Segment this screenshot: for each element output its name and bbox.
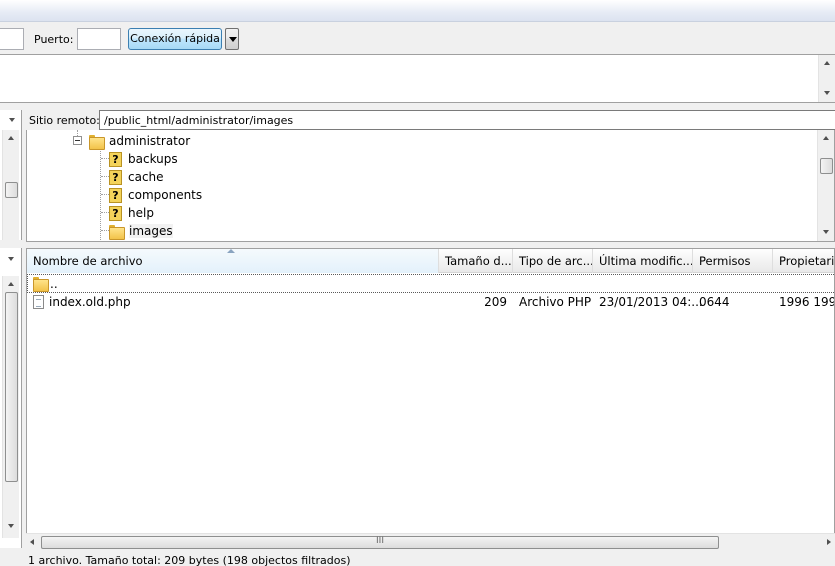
- unknown-folder-icon: ?: [109, 169, 122, 185]
- column-header-label: Nombre de archivo: [33, 254, 143, 268]
- column-header-label: Tipo de arc...: [519, 254, 593, 268]
- file-owner: 1996 1995: [779, 295, 834, 309]
- message-log: [0, 55, 835, 103]
- column-header-owner[interactable]: Propietario: [773, 249, 835, 273]
- local-list-scrollbar[interactable]: [2, 276, 19, 538]
- local-file-panel: [0, 248, 22, 548]
- column-header-permissions[interactable]: Permisos: [693, 249, 773, 273]
- collapse-icon[interactable]: [73, 136, 82, 145]
- tree-item-help[interactable]: ? help: [109, 204, 154, 222]
- status-text: 1 archivo. Tamaño total: 209 bytes (198 …: [28, 554, 351, 566]
- scroll-down-icon[interactable]: [824, 91, 830, 95]
- file-permissions: 0644: [699, 295, 730, 309]
- table-row-parent[interactable]: ..: [27, 274, 834, 293]
- scroll-grip: III: [376, 536, 384, 546]
- scroll-thumb[interactable]: [820, 158, 833, 174]
- log-scrollbar[interactable]: [818, 55, 835, 102]
- tree-item-images[interactable]: images: [109, 222, 173, 240]
- file-name: index.old.php: [49, 295, 131, 309]
- file-list-hscrollbar[interactable]: III: [26, 533, 835, 550]
- quickconnect-button[interactable]: Conexión rápida: [128, 28, 222, 50]
- tree-item-label: cache: [128, 170, 164, 184]
- tree-item-backups[interactable]: ? backups: [109, 150, 178, 168]
- remote-file-list: Nombre de archivo Tamaño d... Tipo de ar…: [26, 248, 835, 550]
- column-header-label: Tamaño d...: [445, 254, 512, 268]
- column-header-modified[interactable]: Última modific...: [593, 249, 693, 273]
- scroll-down-icon[interactable]: [8, 524, 14, 528]
- port-input[interactable]: [77, 28, 121, 50]
- tree-item-label: administrator: [109, 134, 191, 148]
- scroll-left-icon[interactable]: [30, 539, 34, 545]
- column-header-name[interactable]: Nombre de archivo: [27, 249, 439, 273]
- remote-site-bar: Sitio remoto: /public_html/administrator…: [26, 110, 835, 130]
- tree-item-label: backups: [128, 152, 178, 166]
- tree-item-label: components: [128, 188, 203, 202]
- port-label: Puerto:: [34, 33, 74, 46]
- scroll-up-icon[interactable]: [824, 61, 830, 65]
- scroll-thumb[interactable]: III: [41, 536, 719, 549]
- remote-site-label: Sitio remoto:: [29, 114, 100, 127]
- password-field[interactable]: [0, 28, 24, 50]
- tree-item-label: images: [129, 224, 173, 238]
- file-modified: 23/01/2013 04:...: [599, 295, 703, 309]
- unknown-folder-icon: ?: [109, 151, 122, 167]
- scroll-right-icon[interactable]: [827, 539, 831, 545]
- unknown-folder-icon: ?: [109, 187, 122, 203]
- tree-item-cache[interactable]: ? cache: [109, 168, 164, 186]
- tree-line: [100, 148, 101, 241]
- title-strip: [0, 0, 835, 22]
- column-header-label: Permisos: [699, 254, 751, 268]
- scroll-up-icon[interactable]: [8, 136, 14, 140]
- local-tree-panel: [0, 110, 22, 240]
- scroll-down-icon[interactable]: [823, 230, 829, 234]
- scroll-up-icon[interactable]: [8, 282, 14, 286]
- remote-path-value: /public_html/administrator/images: [104, 114, 294, 127]
- file-size: 209: [484, 295, 507, 309]
- table-row[interactable]: index.old.php 209 Archivo PHP 23/01/2013…: [27, 293, 834, 312]
- scroll-up-icon[interactable]: [823, 136, 829, 140]
- column-header-label: Propietario: [779, 254, 835, 268]
- local-combo-arrow-icon[interactable]: [9, 118, 15, 122]
- scroll-thumb[interactable]: [5, 182, 18, 198]
- folder-icon: [109, 224, 125, 240]
- folder-icon: [33, 277, 49, 292]
- column-header-label: Última modific...: [599, 254, 693, 268]
- column-header-type[interactable]: Tipo de arc...: [513, 249, 593, 273]
- tree-item-administrator[interactable]: administrator: [89, 132, 190, 150]
- file-name: ..: [50, 277, 58, 291]
- remote-directory-tree: administrator ? backups ? cache ? compon…: [26, 130, 835, 242]
- local-scroll-down-icon[interactable]: [8, 257, 14, 261]
- tree-scrollbar[interactable]: [817, 130, 834, 241]
- scroll-thumb[interactable]: [5, 292, 18, 482]
- sort-ascending-icon: [227, 249, 235, 253]
- local-tree-scrollbar[interactable]: [2, 130, 19, 240]
- column-header-size[interactable]: Tamaño d...: [439, 249, 513, 273]
- remote-path-combobox[interactable]: /public_html/administrator/images: [99, 110, 835, 130]
- status-bar: 1 archivo. Tamaño total: 209 bytes (198 …: [26, 552, 835, 566]
- quickconnect-dropdown-button[interactable]: [225, 28, 239, 50]
- tree-item-components[interactable]: ? components: [109, 186, 202, 204]
- folder-icon: [89, 134, 105, 150]
- file-type: Archivo PHP: [519, 295, 592, 309]
- quickconnect-bar: Puerto: Conexión rápida: [0, 22, 835, 55]
- tree-item-label: help: [128, 206, 154, 220]
- unknown-folder-icon: ?: [109, 205, 122, 221]
- file-icon: [33, 295, 44, 309]
- file-list-header: Nombre de archivo Tamaño d... Tipo de ar…: [27, 249, 835, 273]
